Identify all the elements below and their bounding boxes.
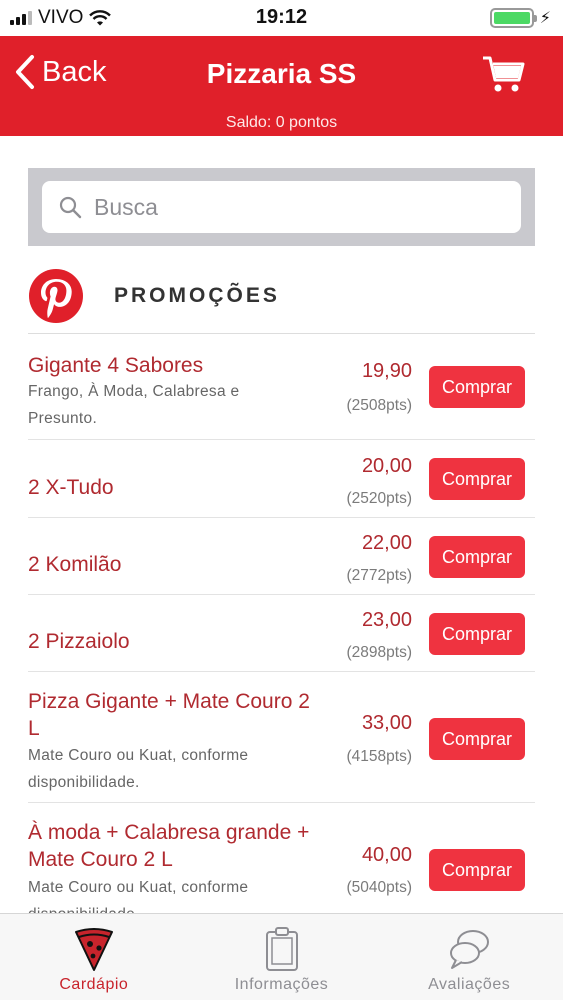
search-bar xyxy=(28,168,535,246)
navigation-header: Back Pizzaria SS Saldo: 0 pontos xyxy=(0,36,563,136)
tab-label: Avaliações xyxy=(428,976,511,993)
status-time: 19:12 xyxy=(255,6,308,28)
product-price: 19,90 xyxy=(361,360,412,382)
section-header-promocoes: PROMOÇÕES xyxy=(28,258,535,334)
product-name: 2 X-Tudo xyxy=(28,476,114,499)
buy-button[interactable]: Comprar xyxy=(429,536,525,578)
status-right: ⚡ xyxy=(489,8,551,28)
product-price: 20,00 xyxy=(361,455,412,477)
buy-button[interactable]: Comprar xyxy=(429,849,525,891)
product-points: (4158pts) xyxy=(346,748,412,765)
product-name: 2 Pizzaiolo xyxy=(28,630,130,653)
product-price: 33,00 xyxy=(361,712,412,734)
product-list: Gigante 4 Sabores Frango, À Moda, Calabr… xyxy=(28,335,535,913)
product-description: Mate Couro ou Kuat, conforme disponibili… xyxy=(28,879,249,913)
product-description: Mate Couro ou Kuat, conforme disponibili… xyxy=(28,747,249,791)
product-points: (2772pts) xyxy=(346,567,412,584)
product-description: Frango, À Moda, Calabresa e Presunto. xyxy=(28,383,240,427)
charging-icon: ⚡ xyxy=(539,10,551,27)
product-points: (2520pts) xyxy=(346,490,412,507)
product-name: 2 Komilão xyxy=(28,553,122,576)
list-item: 2 Pizzaiolo 23,00 (2898pts) Comprar xyxy=(28,595,535,672)
list-item: Pizza Gigante + Mate Couro 2 L Mate Cour… xyxy=(28,672,535,803)
tab-cardapio[interactable]: Cardápio xyxy=(0,914,188,1000)
search-field[interactable] xyxy=(42,181,521,233)
buy-button[interactable]: Comprar xyxy=(429,718,525,760)
product-points: (2898pts) xyxy=(346,644,412,661)
list-item: À moda + Calabresa grande + Mate Couro 2… xyxy=(28,803,535,913)
buy-button[interactable]: Comprar xyxy=(429,458,525,500)
search-input[interactable] xyxy=(94,193,474,221)
pinterest-logo-icon xyxy=(29,268,83,323)
tab-avaliacoes[interactable]: Avaliações xyxy=(375,914,563,1000)
speech-bubbles-icon xyxy=(450,930,490,969)
product-points: (2508pts) xyxy=(346,397,412,414)
product-name: Pizza Gigante + Mate Couro 2 L xyxy=(28,690,310,740)
tab-bar: Cardápio Informações Avaliações xyxy=(0,913,563,1000)
tab-label: Informações xyxy=(234,976,329,993)
product-price: 40,00 xyxy=(361,844,412,866)
buy-button[interactable]: Comprar xyxy=(429,613,525,655)
list-item: 2 X-Tudo 20,00 (2520pts) Comprar xyxy=(28,440,535,518)
tab-informacoes[interactable]: Informações xyxy=(188,914,376,1000)
product-price: 22,00 xyxy=(361,532,412,554)
product-price: 23,00 xyxy=(361,609,412,631)
clipboard-icon xyxy=(265,927,298,971)
list-item: Gigante 4 Sabores Frango, À Moda, Calabr… xyxy=(28,335,535,440)
page-title: Pizzaria SS xyxy=(206,58,357,89)
product-name: Gigante 4 Sabores xyxy=(28,354,204,377)
list-item: 2 Komilão 22,00 (2772pts) Comprar xyxy=(28,518,535,595)
section-title: PROMOÇÕES xyxy=(114,283,280,307)
buy-button[interactable]: Comprar xyxy=(429,366,525,408)
battery-icon xyxy=(489,8,537,28)
product-points: (5040pts) xyxy=(346,879,412,896)
points-balance: Saldo: 0 pontos xyxy=(225,114,338,131)
status-bar: VIVO 19:12 ⚡ xyxy=(0,0,563,36)
pizza-slice-icon xyxy=(74,928,113,971)
search-icon xyxy=(59,196,82,219)
tab-label: Cardápio xyxy=(59,976,129,993)
product-name: À moda + Calabresa grande + Mate Couro 2… xyxy=(28,821,310,871)
cart-icon[interactable] xyxy=(481,52,525,96)
